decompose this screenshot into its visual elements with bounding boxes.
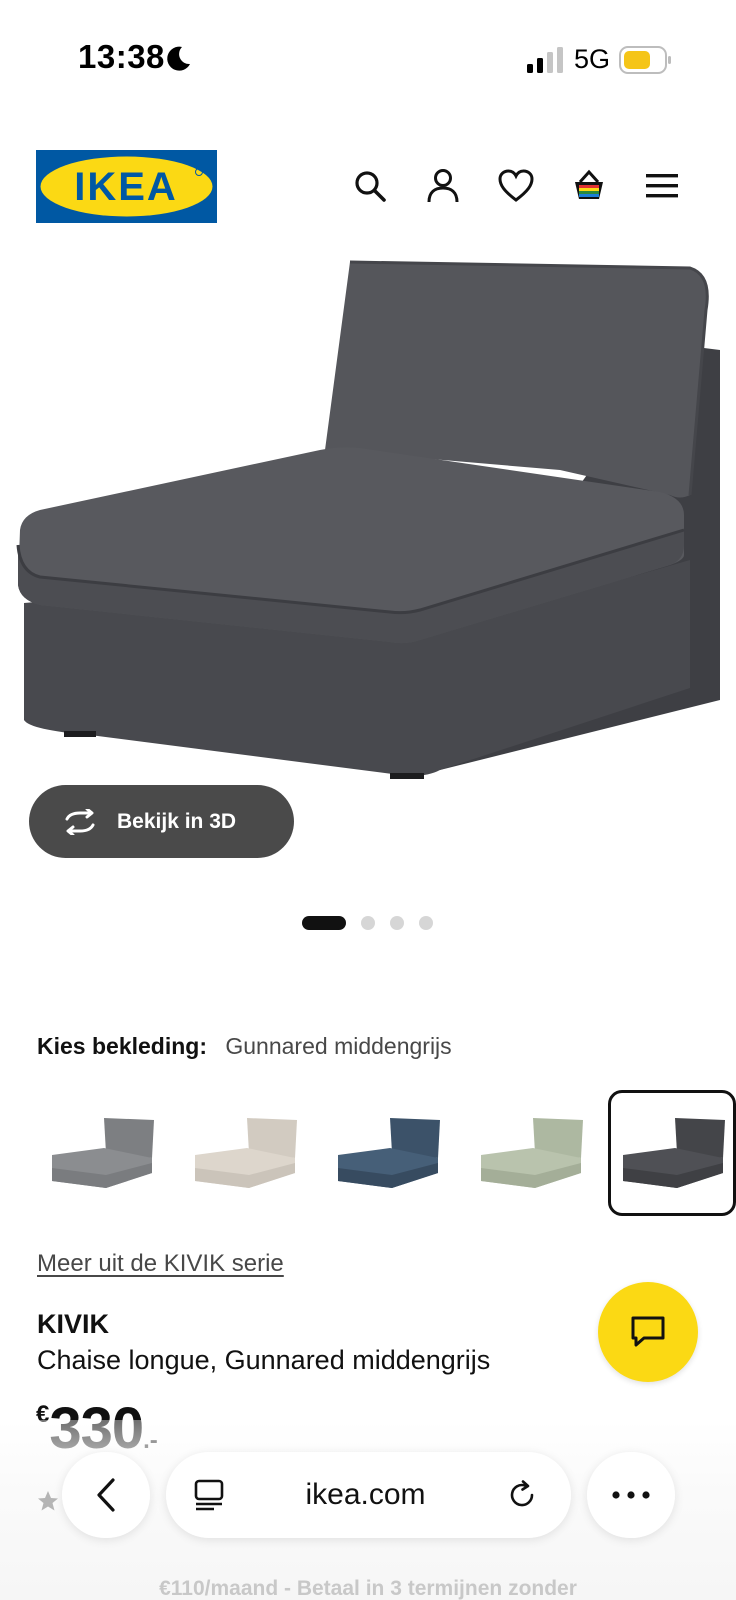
ikea-logo[interactable]: IKEA — [36, 150, 217, 223]
cart-icon[interactable] — [569, 166, 609, 206]
view-3d-button[interactable]: Bekijk in 3D — [29, 785, 294, 858]
upholstery-row: Kies bekleding: Gunnared middengrijs — [37, 1033, 452, 1060]
payment-promo: €110/maand - Betaal in 3 termijnen zonde… — [159, 1577, 577, 1600]
swatch-option[interactable] — [466, 1090, 594, 1216]
series-link[interactable]: Meer uit de KIVIK serie — [37, 1250, 284, 1278]
product-image[interactable] — [0, 248, 736, 788]
view-3d-label: Bekijk in 3D — [117, 809, 237, 833]
status-bar: 13:38 5G — [0, 0, 736, 120]
browser-address-bar[interactable]: ikea.com — [166, 1452, 571, 1538]
network-label: 5G — [574, 44, 611, 74]
gallery-dot[interactable] — [361, 916, 375, 930]
browser-back-button[interactable] — [62, 1452, 150, 1538]
signal-icon — [527, 47, 563, 73]
gallery-dot[interactable] — [390, 916, 404, 930]
swatch-option[interactable] — [323, 1090, 451, 1216]
gallery-pagination — [0, 915, 736, 931]
browser-more-button[interactable] — [587, 1452, 675, 1538]
gallery-dot[interactable] — [419, 916, 433, 930]
chat-button[interactable] — [598, 1282, 698, 1382]
chat-icon — [631, 1316, 665, 1347]
reload-icon[interactable] — [507, 1480, 537, 1510]
upholstery-value: Gunnared middengrijs — [225, 1033, 452, 1059]
more-icon — [612, 1491, 650, 1499]
moon-icon — [167, 46, 190, 71]
product-description: Chaise longue, Gunnared middengrijs — [37, 1345, 491, 1375]
svg-text:IKEA: IKEA — [74, 165, 178, 209]
menu-icon[interactable] — [642, 166, 682, 206]
browser-url[interactable]: ikea.com — [305, 1478, 425, 1512]
swatch-option-selected[interactable] — [608, 1090, 736, 1216]
account-icon[interactable] — [423, 166, 463, 206]
rating-star-icon — [38, 1491, 58, 1511]
status-time: 13:38 — [78, 38, 165, 75]
gallery-dot[interactable] — [302, 916, 346, 930]
rotate-3d-icon — [65, 808, 95, 835]
heart-icon[interactable] — [496, 166, 536, 206]
product-brand: KIVIK — [37, 1309, 110, 1339]
tab-overview-icon[interactable] — [194, 1479, 224, 1511]
battery-icon — [619, 46, 671, 74]
search-icon[interactable] — [350, 166, 390, 206]
swatch-option[interactable] — [180, 1090, 308, 1216]
upholstery-label: Kies bekleding: — [37, 1033, 207, 1059]
swatch-option[interactable] — [37, 1090, 165, 1216]
chevron-left-icon — [97, 1478, 115, 1512]
